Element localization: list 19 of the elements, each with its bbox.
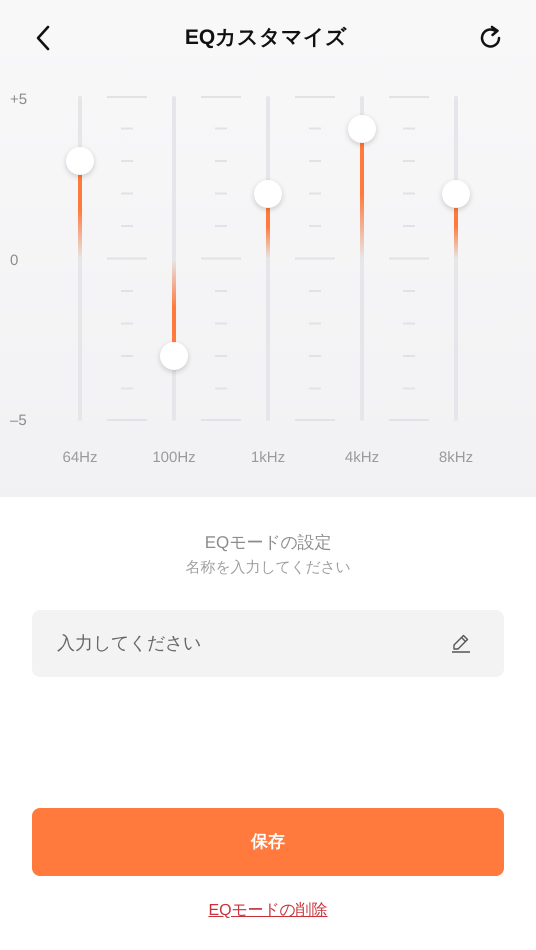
frequency-label: 4kHz [344, 448, 380, 468]
section-subtitle: 名称を入力してください [186, 558, 350, 578]
frequency-label: 100Hz [152, 448, 196, 468]
name-input-field[interactable]: 入力してください [32, 610, 504, 677]
scale-label: 0 [10, 252, 18, 268]
section-title: EQモードの設定 [204, 532, 332, 554]
slider-thumb[interactable] [442, 180, 470, 208]
pencil-icon [451, 633, 471, 653]
slider-thumb[interactable] [66, 147, 94, 175]
screen-title: EQカスタマイズ [184, 25, 348, 52]
frequency-label: 1kHz [250, 448, 286, 468]
scale-label: –5 [10, 413, 27, 429]
slider-thumb[interactable] [160, 342, 188, 370]
frequency-label: 8kHz [438, 448, 474, 468]
slider-thumb[interactable] [348, 114, 376, 142]
delete-link[interactable]: EQモードの削除 [208, 900, 328, 922]
slider-thumb[interactable] [254, 180, 282, 208]
frequency-label: 64Hz [62, 448, 98, 468]
scale-label: +5 [10, 92, 28, 108]
